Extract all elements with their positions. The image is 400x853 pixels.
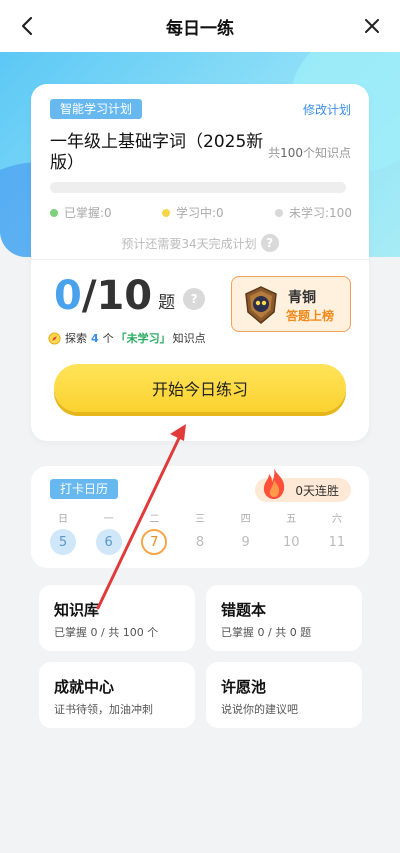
weekday-label: 四 bbox=[240, 514, 251, 525]
calendar-date[interactable]: 11 bbox=[324, 529, 350, 555]
tile-title: 成就中心 bbox=[54, 678, 115, 696]
knowledge-base-tile[interactable]: 知识库 已掌握 0 / 共 100 个 bbox=[39, 585, 195, 651]
weekday-label: 一 bbox=[103, 514, 114, 525]
tile-subtitle: 证书待领，加油冲刺 bbox=[54, 703, 153, 716]
weekday-label: 六 bbox=[331, 514, 342, 525]
goal-unit: 题 bbox=[158, 292, 176, 313]
calendar-date[interactable]: 5 bbox=[50, 529, 76, 555]
tile-subtitle: 已掌握 0 / 共 100 个 bbox=[54, 626, 159, 639]
help-icon[interactable]: ? bbox=[183, 288, 206, 310]
rank-leaderboard-label: 答题上榜 bbox=[286, 309, 335, 323]
count-prefix: 共 bbox=[268, 146, 281, 160]
weekday-label: 日 bbox=[58, 514, 68, 525]
calendar-date[interactable]: 8 bbox=[187, 529, 213, 555]
estimate-text: 预计还需要34天完成计划 bbox=[121, 236, 257, 251]
count-value: 100 bbox=[280, 146, 303, 160]
yellow-dot-icon bbox=[162, 208, 170, 217]
compass-icon bbox=[48, 331, 61, 345]
fire-icon bbox=[263, 468, 285, 499]
divider bbox=[31, 259, 369, 260]
top-bar: 每日一练 bbox=[0, 0, 400, 52]
explore-highlight: 「未学习」 bbox=[115, 332, 171, 345]
wish-pool-tile[interactable]: 许愿池 说说你的建议吧 bbox=[206, 662, 362, 728]
explore-count: 4 bbox=[91, 331, 99, 345]
count-suffix: 个知识点 bbox=[302, 146, 351, 160]
page-title: 每日一练 bbox=[166, 18, 234, 39]
modify-plan-link[interactable]: 修改计划 bbox=[303, 101, 351, 118]
legend-learning: 学习中:0 bbox=[162, 204, 224, 221]
calendar-date-today[interactable]: 7 bbox=[141, 529, 168, 555]
goal-total: /10 bbox=[81, 273, 153, 319]
back-arrow-icon[interactable] bbox=[16, 14, 40, 38]
checkin-calendar-card: 打卡日历 0天连胜 日 一 二 三 四 五 六 5 6 7 8 9 10 11 bbox=[31, 466, 369, 568]
help-icon[interactable]: ? bbox=[260, 234, 279, 252]
daily-goal: 0 /10 题 ? bbox=[54, 273, 206, 319]
explore-hint: 探索 4 个 「未学习」 知识点 bbox=[48, 330, 206, 346]
goal-done-count: 0 bbox=[54, 273, 82, 319]
legend-learning-label: 学习中:0 bbox=[176, 206, 224, 220]
calendar-date[interactable]: 10 bbox=[278, 529, 304, 555]
bronze-medal-icon bbox=[245, 286, 277, 324]
date-row: 5 6 7 8 9 10 11 bbox=[50, 529, 350, 555]
tile-title: 错题本 bbox=[221, 601, 267, 619]
tile-subtitle: 说说你的建议吧 bbox=[221, 703, 298, 716]
streak-label: 0天连胜 bbox=[295, 483, 339, 498]
weekday-label: 三 bbox=[194, 514, 205, 525]
calendar-date[interactable]: 9 bbox=[233, 529, 259, 555]
checkin-tag: 打卡日历 bbox=[50, 479, 119, 499]
legend-unlearned: 未学习:100 bbox=[275, 204, 352, 221]
explore-suffix: 知识点 bbox=[172, 332, 206, 345]
mistake-book-tile[interactable]: 错题本 已掌握 0 / 共 0 题 bbox=[206, 585, 362, 651]
legend-mastered-label: 已掌握:0 bbox=[64, 206, 112, 220]
gray-dot-icon bbox=[275, 208, 283, 217]
tile-title: 知识库 bbox=[54, 601, 100, 619]
weekday-row: 日 一 二 三 四 五 六 bbox=[50, 510, 350, 525]
explore-mid: 个 bbox=[102, 332, 114, 345]
completion-estimate: 预计还需要34天完成计划 ? bbox=[31, 234, 369, 252]
weekday-label: 五 bbox=[286, 514, 297, 525]
plan-knowledge-count: 共100个知识点 bbox=[268, 144, 351, 161]
achievement-center-tile[interactable]: 成就中心 证书待领，加油冲刺 bbox=[39, 662, 195, 728]
rank-name: 青铜 bbox=[288, 290, 316, 306]
green-dot-icon bbox=[50, 208, 58, 217]
tile-subtitle: 已掌握 0 / 共 0 题 bbox=[221, 626, 312, 639]
plan-title: 一年级上基础字词（2025新版） bbox=[50, 132, 264, 173]
tile-title: 许愿池 bbox=[221, 678, 267, 696]
study-plan-card: 智能学习计划 修改计划 一年级上基础字词（2025新版） 共100个知识点 已掌… bbox=[31, 84, 369, 441]
legend-unlearned-label: 未学习:100 bbox=[289, 206, 352, 220]
explore-prefix: 探索 bbox=[65, 332, 87, 345]
close-icon[interactable] bbox=[360, 14, 384, 38]
rank-badge[interactable]: 青铜 答题上榜 bbox=[231, 276, 351, 332]
weekday-label: 二 bbox=[149, 514, 160, 525]
plan-tag: 智能学习计划 bbox=[50, 99, 143, 119]
start-practice-button[interactable]: 开始今日练习 bbox=[54, 364, 346, 412]
legend-mastered: 已掌握:0 bbox=[50, 204, 112, 221]
calendar-date[interactable]: 6 bbox=[95, 529, 122, 555]
plan-progress-bar bbox=[50, 182, 346, 193]
